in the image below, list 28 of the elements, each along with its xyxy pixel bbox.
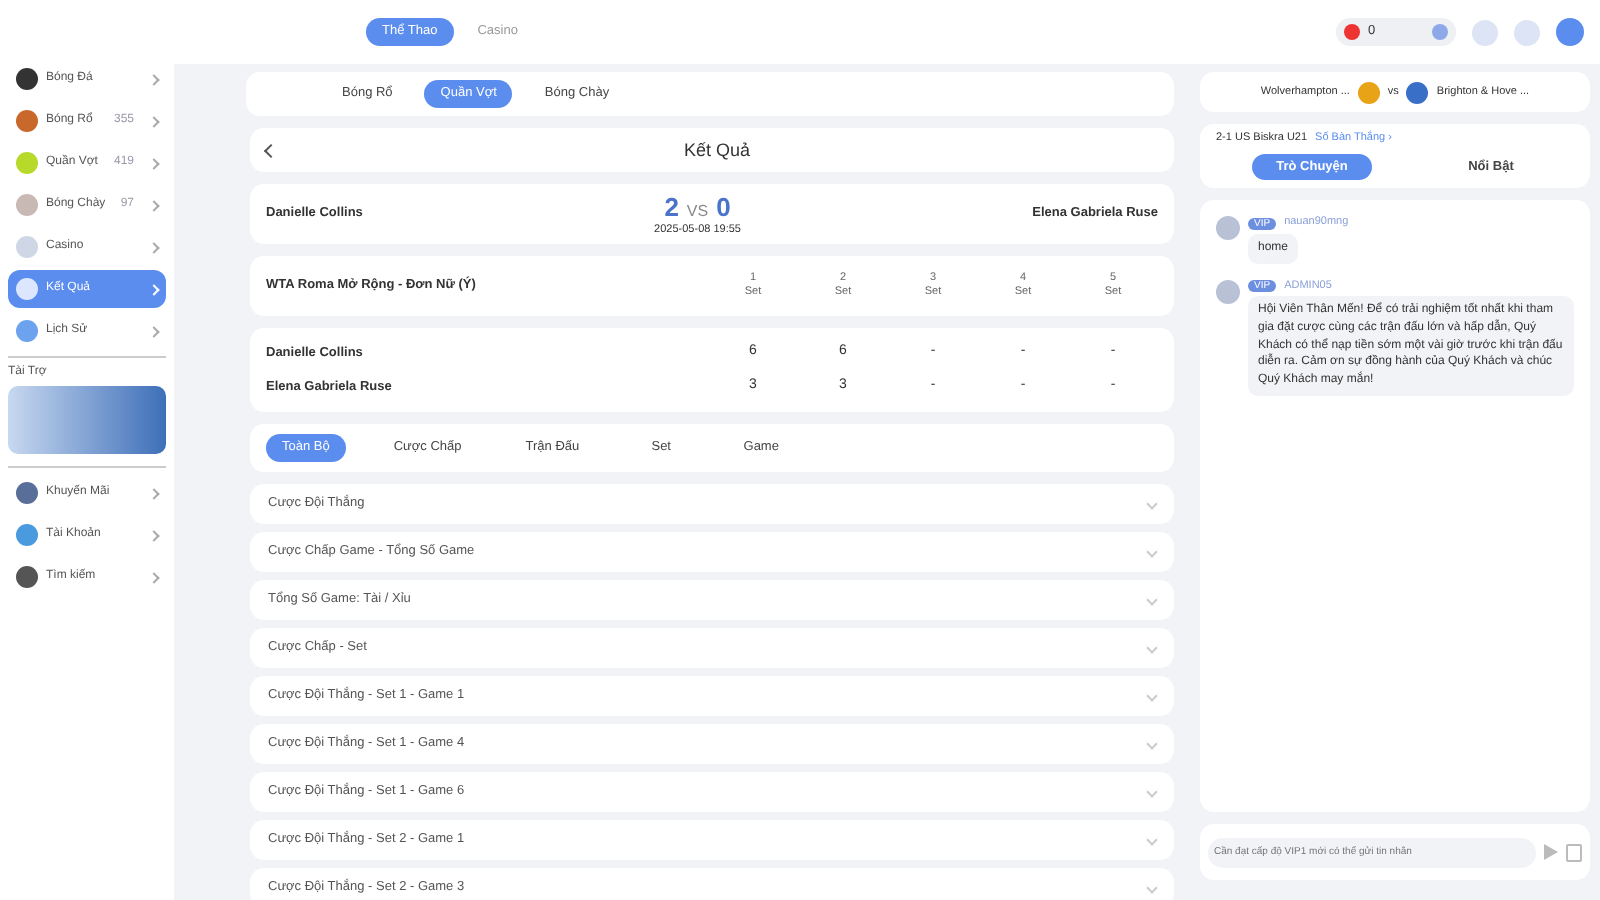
chevron-icon: [148, 115, 160, 127]
send-icon[interactable]: [1544, 844, 1558, 860]
chevron-icon: [148, 241, 160, 253]
away-score: 0: [716, 191, 731, 223]
chevron-icon: [148, 487, 160, 499]
chevron-icon: [148, 283, 160, 295]
chevron-icon: [148, 529, 160, 541]
chevron-icon: [148, 325, 160, 337]
chevron-icon: [148, 571, 160, 583]
home-score: 2: [664, 191, 679, 223]
chevron-icon: [148, 157, 160, 169]
note-icon[interactable]: [1566, 843, 1582, 861]
chevron-down-icon: [1146, 786, 1158, 798]
chevron-down-icon: [1146, 642, 1158, 654]
chevron-down-icon: [1146, 738, 1158, 750]
versus-label: VS: [686, 201, 709, 221]
avatar: [1216, 279, 1240, 304]
chevron-down-icon: [1146, 498, 1158, 510]
chevron-down-icon: [1146, 546, 1158, 558]
coin-icon: [1344, 24, 1360, 40]
chevron-icon: [148, 73, 160, 85]
chevron-down-icon: [1146, 834, 1158, 846]
chevron-down-icon: [1146, 690, 1158, 702]
page-title: Kết Quả: [681, 139, 753, 161]
chevron-icon: [148, 199, 160, 211]
chevron-down-icon: [1146, 594, 1158, 606]
avatar: [1216, 216, 1240, 241]
chevron-down-icon: [1146, 882, 1158, 894]
